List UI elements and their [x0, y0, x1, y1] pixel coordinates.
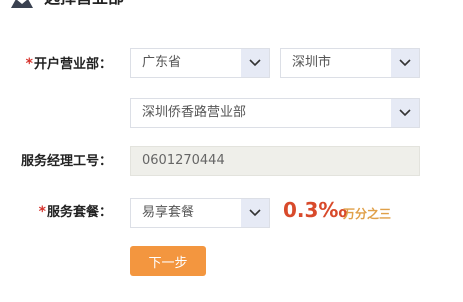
- city-value: 深圳市: [292, 55, 332, 70]
- package-value: 易享套餐: [142, 205, 195, 220]
- chevron-down-icon[interactable]: [391, 49, 419, 77]
- required-mark: *: [25, 56, 33, 72]
- city-select[interactable]: 深圳市: [280, 48, 420, 78]
- commission-rate: 0.3‰: [283, 198, 348, 222]
- page-title: 选择营业部: [44, 0, 124, 8]
- required-mark: *: [38, 204, 46, 220]
- manager-id-field[interactable]: 0601270444: [130, 146, 420, 176]
- package-label: *服务套餐：: [38, 204, 112, 220]
- manager-id-value: 0601270444: [142, 153, 225, 168]
- chevron-down-icon[interactable]: [391, 99, 419, 127]
- province-value: 广东省: [142, 55, 182, 70]
- branch-value: 深圳侨香路营业部: [142, 105, 247, 120]
- branch-label: *开户营业部：: [25, 56, 112, 72]
- branch-select[interactable]: 深圳侨香路营业部: [130, 98, 420, 128]
- user-icon: [11, 0, 33, 8]
- commission-rate-note: 万分之三: [343, 207, 392, 221]
- chevron-down-icon[interactable]: [241, 199, 269, 227]
- chevron-down-icon[interactable]: [241, 49, 269, 77]
- package-select[interactable]: 易享套餐: [130, 198, 270, 228]
- province-select[interactable]: 广东省: [130, 48, 270, 78]
- manager-id-label: 服务经理工号：: [20, 154, 112, 169]
- next-button[interactable]: 下一步: [130, 246, 206, 276]
